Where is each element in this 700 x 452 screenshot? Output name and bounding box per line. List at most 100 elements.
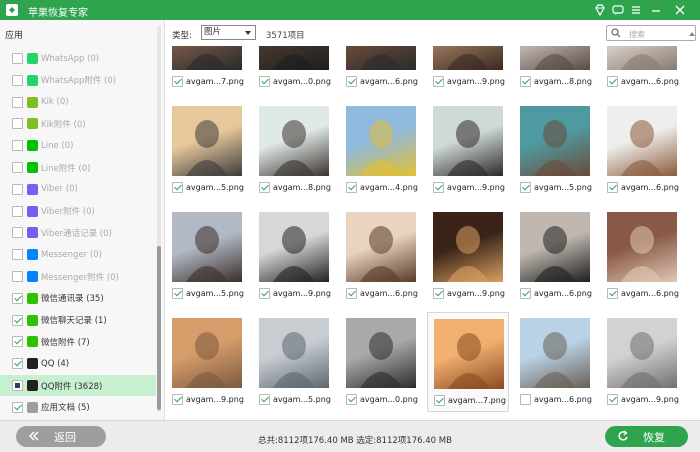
- image-thumbnail[interactable]: [346, 318, 416, 388]
- image-checkbox[interactable]: [172, 288, 183, 299]
- image-tile[interactable]: avgam...6.png: [340, 46, 422, 94]
- sidebar-item[interactable]: Messenger附件 (0): [0, 266, 156, 287]
- sidebar-item-checkbox[interactable]: [12, 118, 23, 130]
- image-tile[interactable]: avgam...7.png: [427, 312, 509, 412]
- sidebar-item[interactable]: Viber (0): [0, 179, 156, 200]
- image-thumbnail[interactable]: [607, 106, 677, 176]
- sidebar-item-checkbox[interactable]: [12, 292, 23, 304]
- image-checkbox[interactable]: [607, 394, 618, 405]
- image-tile[interactable]: avgam...0.png: [253, 46, 335, 94]
- sidebar-item[interactable]: Line附件 (0): [0, 157, 156, 178]
- image-checkbox[interactable]: [520, 76, 531, 87]
- image-tile[interactable]: avgam...5.png: [166, 206, 248, 306]
- image-tile[interactable]: avgam...9.png: [427, 206, 509, 306]
- image-tile[interactable]: avgam...5.png: [514, 100, 596, 200]
- image-thumbnail[interactable]: [433, 212, 503, 282]
- sidebar-item[interactable]: WhatsApp (0): [0, 48, 156, 69]
- image-thumbnail[interactable]: [607, 46, 677, 70]
- menu-icon[interactable]: [628, 2, 644, 18]
- image-tile[interactable]: avgam...6.png: [514, 206, 596, 306]
- image-thumbnail[interactable]: [520, 106, 590, 176]
- image-checkbox[interactable]: [433, 288, 444, 299]
- sidebar-scrollbar-thumb[interactable]: [157, 246, 161, 410]
- image-checkbox[interactable]: [433, 76, 444, 87]
- image-checkbox[interactable]: [346, 288, 357, 299]
- image-checkbox[interactable]: [259, 76, 270, 87]
- image-thumbnail[interactable]: [172, 212, 242, 282]
- sidebar-item[interactable]: 应用文档 (5): [0, 397, 156, 418]
- image-checkbox[interactable]: [346, 394, 357, 405]
- image-checkbox[interactable]: [172, 182, 183, 193]
- image-thumbnail[interactable]: [172, 106, 242, 176]
- image-checkbox[interactable]: [520, 288, 531, 299]
- image-tile[interactable]: avgam...9.png: [427, 46, 509, 94]
- sidebar-item[interactable]: 微信聊天记录 (1): [0, 310, 156, 331]
- image-thumbnail[interactable]: [520, 318, 590, 388]
- image-checkbox[interactable]: [607, 76, 618, 87]
- sidebar-item-checkbox[interactable]: [12, 358, 23, 370]
- sidebar-item[interactable]: Line (0): [0, 135, 156, 156]
- sidebar-item[interactable]: Viber附件 (0): [0, 201, 156, 222]
- image-thumbnail[interactable]: [259, 46, 329, 70]
- image-thumbnail[interactable]: [607, 212, 677, 282]
- image-thumbnail[interactable]: [607, 318, 677, 388]
- image-tile[interactable]: avgam...6.png: [514, 312, 596, 412]
- image-tile[interactable]: avgam...7.png: [166, 46, 248, 94]
- image-thumbnail[interactable]: [434, 319, 504, 389]
- image-checkbox[interactable]: [433, 182, 444, 193]
- image-checkbox[interactable]: [259, 288, 270, 299]
- image-thumbnail[interactable]: [259, 318, 329, 388]
- sidebar-item-checkbox[interactable]: [12, 96, 23, 108]
- image-tile[interactable]: avgam...6.png: [601, 46, 683, 94]
- image-checkbox[interactable]: [434, 395, 445, 406]
- sidebar-item[interactable]: QQ附件 (3628): [0, 375, 156, 396]
- image-tile[interactable]: avgam...8.png: [253, 100, 335, 200]
- image-tile[interactable]: avgam...6.png: [340, 206, 422, 306]
- sidebar-item-checkbox[interactable]: [12, 314, 23, 326]
- image-tile[interactable]: avgam...0.png: [340, 312, 422, 412]
- image-thumbnail[interactable]: [346, 46, 416, 70]
- image-thumbnail[interactable]: [346, 212, 416, 282]
- sidebar-item-checkbox[interactable]: [12, 140, 23, 152]
- image-tile[interactable]: avgam...5.png: [253, 312, 335, 412]
- image-thumbnail[interactable]: [433, 106, 503, 176]
- image-tile[interactable]: avgam...9.png: [601, 312, 683, 412]
- sidebar-item[interactable]: Kik (0): [0, 92, 156, 113]
- sidebar-item-checkbox[interactable]: [12, 227, 23, 239]
- sidebar-item[interactable]: QQ (4): [0, 353, 156, 374]
- sidebar-item-checkbox[interactable]: [12, 401, 23, 413]
- image-tile[interactable]: avgam...5.png: [166, 100, 248, 200]
- sidebar-item-checkbox[interactable]: [12, 183, 23, 195]
- sidebar-item-checkbox[interactable]: [12, 380, 23, 391]
- image-tile[interactable]: avgam...9.png: [253, 206, 335, 306]
- image-tile[interactable]: avgam...8.png: [514, 46, 596, 94]
- image-tile[interactable]: avgam...4.png: [340, 100, 422, 200]
- image-thumbnail[interactable]: [433, 46, 503, 70]
- image-checkbox[interactable]: [520, 182, 531, 193]
- image-checkbox[interactable]: [607, 288, 618, 299]
- type-select[interactable]: 图片: [201, 25, 256, 40]
- sidebar-item-checkbox[interactable]: [12, 162, 23, 173]
- image-checkbox[interactable]: [259, 394, 270, 405]
- image-thumbnail[interactable]: [346, 106, 416, 176]
- sidebar-item[interactable]: Viber通话记录 (0): [0, 222, 156, 243]
- image-checkbox[interactable]: [520, 394, 531, 405]
- image-checkbox[interactable]: [346, 76, 357, 87]
- sidebar-item-checkbox[interactable]: [12, 249, 23, 261]
- image-checkbox[interactable]: [172, 394, 183, 405]
- image-checkbox[interactable]: [172, 76, 183, 87]
- image-thumbnail[interactable]: [520, 212, 590, 282]
- chat-icon[interactable]: [610, 2, 626, 18]
- image-tile[interactable]: avgam...6.png: [601, 100, 683, 200]
- back-button[interactable]: 返回: [16, 426, 106, 447]
- image-checkbox[interactable]: [607, 182, 618, 193]
- sidebar-item-checkbox[interactable]: [12, 74, 23, 86]
- sidebar-item[interactable]: Kik附件 (0): [0, 113, 156, 134]
- sidebar-item-checkbox[interactable]: [12, 336, 23, 348]
- sidebar-item-checkbox[interactable]: [12, 205, 23, 217]
- sidebar-item-checkbox[interactable]: [12, 53, 23, 64]
- image-tile[interactable]: avgam...9.png: [166, 312, 248, 412]
- minimize-icon[interactable]: [648, 2, 664, 18]
- image-tile[interactable]: avgam...6.png: [601, 206, 683, 306]
- close-icon[interactable]: [672, 2, 688, 18]
